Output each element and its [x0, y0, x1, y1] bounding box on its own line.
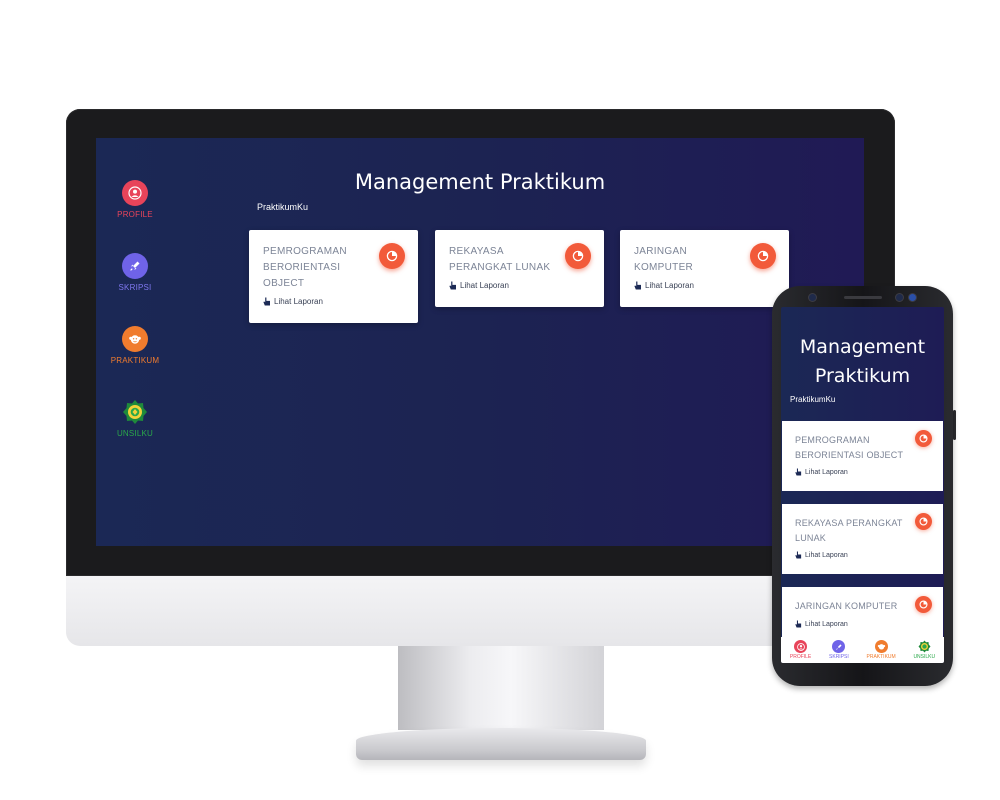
- sidebar-item-skripsi[interactable]: SKRIPSI: [110, 253, 160, 292]
- page-title: Management Praktikum: [799, 336, 926, 387]
- phone-camera: [809, 294, 816, 301]
- page-subtitle: PraktikumKu: [790, 395, 836, 404]
- bottom-nav-label: PROFILE: [789, 654, 812, 660]
- praktikum-card[interactable]: JARINGAN KOMPUTER Lihat Laporan: [620, 230, 789, 307]
- hand-pointer-icon: [634, 281, 641, 290]
- sidebar-item-praktikum[interactable]: PRAKTIKUM: [110, 326, 160, 365]
- emblem-icon: [918, 640, 931, 653]
- card-title: REKAYASA PERANGKAT LUNAK: [795, 518, 903, 543]
- rocket-icon: [122, 253, 148, 279]
- sidebar-item-label: PRAKTIKUM: [110, 356, 160, 365]
- praktikum-card[interactable]: JARINGAN KOMPUTER Lihat Laporan: [782, 587, 943, 639]
- view-report-link[interactable]: Lihat Laporan: [634, 281, 694, 290]
- mobile-bottom-nav: PROFILE SKRIPSI PRAKTIKUM UNSILKU: [781, 637, 944, 663]
- sidebar-item-unsilku[interactable]: UNSILKU: [110, 399, 160, 438]
- bottom-nav-unsilku[interactable]: UNSILKU: [913, 640, 935, 660]
- pie-chart-icon: [915, 513, 932, 530]
- bottom-nav-label: UNSILKU: [913, 654, 936, 660]
- card-link-label: Lihat Laporan: [805, 620, 848, 628]
- view-report-link[interactable]: Lihat Laporan: [795, 551, 848, 559]
- card-title: REKAYASA PERANGKAT LUNAK: [449, 246, 551, 273]
- mobile-screen: Management Praktikum PraktikumKu PEMROGR…: [781, 307, 944, 663]
- desktop-sidebar: PROFILE SKRIPSI PRAKTIKUM UNSILKU: [110, 180, 160, 472]
- card-link-label: Lihat Laporan: [460, 281, 509, 290]
- praktikum-card[interactable]: REKAYASA PERANGKAT LUNAK Lihat Laporan: [435, 230, 604, 307]
- card-link-label: Lihat Laporan: [805, 551, 848, 559]
- phone-speaker: [844, 296, 882, 299]
- card-link-label: Lihat Laporan: [645, 281, 694, 290]
- desktop-screen: PROFILE SKRIPSI PRAKTIKUM UNSILKU Manage…: [96, 138, 864, 546]
- bottom-nav-label: SKRIPSI: [829, 654, 849, 660]
- bottom-nav-praktikum[interactable]: PRAKTIKUM: [867, 640, 896, 660]
- pie-chart-icon: [379, 243, 405, 269]
- phone-sensor: [909, 294, 916, 301]
- card-title: PEMROGRAMAN BERORIENTASI OBJECT: [795, 435, 904, 460]
- monkey-icon: [874, 640, 888, 653]
- view-report-link[interactable]: Lihat Laporan: [449, 281, 509, 290]
- rocket-icon: [832, 640, 846, 653]
- user-icon: [794, 640, 808, 653]
- hand-pointer-icon: [795, 620, 802, 628]
- praktikum-card[interactable]: PEMROGRAMAN BERORIENTASI OBJECT Lihat La…: [782, 421, 943, 491]
- praktikum-card[interactable]: REKAYASA PERANGKAT LUNAK Lihat Laporan: [782, 504, 943, 574]
- view-report-link[interactable]: Lihat Laporan: [795, 620, 848, 628]
- monkey-icon: [122, 326, 148, 352]
- hand-pointer-icon: [449, 281, 456, 290]
- pie-chart-icon: [915, 596, 932, 613]
- phone-frame: Management Praktikum PraktikumKu PEMROGR…: [772, 286, 953, 686]
- pie-chart-icon: [565, 243, 591, 269]
- hand-pointer-icon: [263, 297, 270, 306]
- card-link-label: Lihat Laporan: [274, 297, 323, 306]
- sidebar-item-label: PROFILE: [117, 210, 153, 219]
- view-report-link[interactable]: Lihat Laporan: [795, 468, 848, 476]
- sidebar-item-label: SKRIPSI: [118, 283, 152, 292]
- card-title: JARINGAN KOMPUTER: [634, 246, 694, 273]
- page-title: Management Praktikum: [354, 170, 606, 194]
- card-title: PEMROGRAMAN BERORIENTASI OBJECT: [263, 246, 347, 289]
- bottom-nav-label: PRAKTIKUM: [866, 654, 896, 660]
- phone-side-button: [953, 410, 956, 440]
- page-subtitle: PraktikumKu: [257, 202, 309, 212]
- monitor-stand-foot: [356, 728, 646, 760]
- view-report-link[interactable]: Lihat Laporan: [263, 297, 323, 306]
- bottom-nav-profile[interactable]: PROFILE: [790, 640, 811, 660]
- card-title: JARINGAN KOMPUTER: [795, 601, 898, 611]
- phone-sensor: [896, 294, 903, 301]
- pie-chart-icon: [750, 243, 776, 269]
- hand-pointer-icon: [795, 551, 802, 559]
- monitor-chin: [66, 576, 895, 646]
- emblem-icon: [122, 399, 148, 425]
- bottom-nav-skripsi[interactable]: SKRIPSI: [829, 640, 849, 660]
- monitor-stand-neck: [398, 646, 604, 730]
- sidebar-item-label: UNSILKU: [116, 429, 154, 438]
- card-link-label: Lihat Laporan: [805, 468, 848, 476]
- praktikum-card[interactable]: PEMROGRAMAN BERORIENTASI OBJECT Lihat La…: [249, 230, 418, 323]
- pie-chart-icon: [915, 430, 932, 447]
- hand-pointer-icon: [795, 468, 802, 476]
